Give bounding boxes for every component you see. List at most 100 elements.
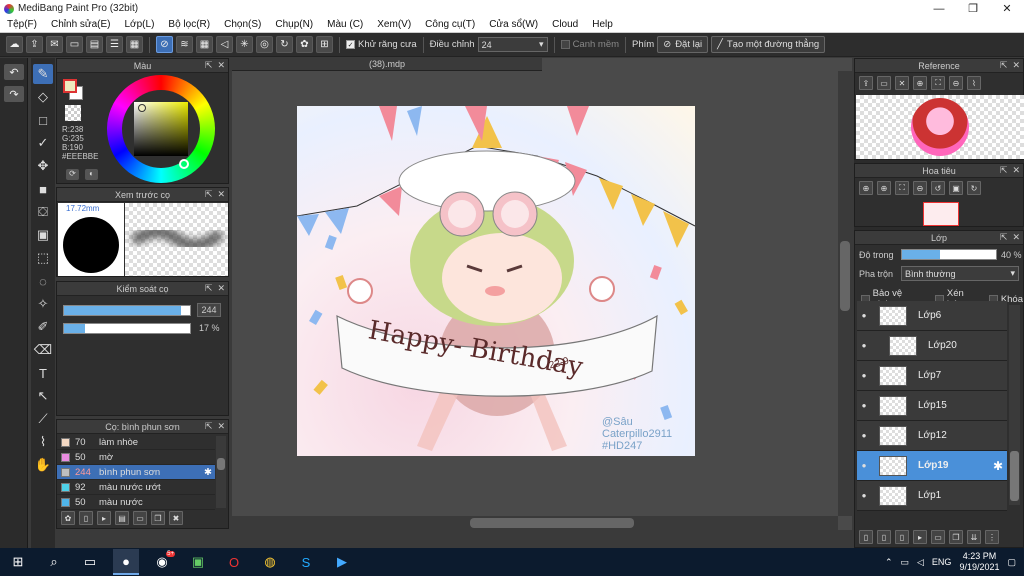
rect-tool-icon[interactable]: □ [33, 110, 53, 130]
undock-icon[interactable]: ⇱ [1000, 232, 1008, 243]
upload-icon[interactable]: ⇪ [859, 76, 873, 90]
close-icon[interactable]: ✕ [1012, 60, 1020, 71]
close-button[interactable]: ✕ [990, 0, 1024, 17]
volume-icon[interactable]: ◁ [917, 557, 924, 568]
close-icon[interactable]: ✕ [217, 189, 225, 200]
adjust-select[interactable]: 24 ▾ [477, 37, 548, 52]
menu-filter[interactable]: Bộ lọc(R) [161, 19, 217, 30]
folder-icon[interactable]: ▭ [133, 511, 147, 525]
circle-snap-icon[interactable]: ◎ [256, 36, 273, 53]
dot-tool-icon[interactable]: ✓ [33, 133, 53, 153]
no-snap-icon[interactable]: ⊘ [156, 36, 173, 53]
messenger-taskbar-icon[interactable]: ◉ 5+ [149, 549, 175, 575]
menu-help[interactable]: Help [585, 19, 620, 30]
chrome-taskbar-icon[interactable]: ◍ [257, 549, 283, 575]
undock-icon[interactable]: ⇱ [205, 283, 213, 294]
canvas-area[interactable]: (38).mdp Happy- Birthday 22-9 @Sâu Cater… [232, 58, 852, 530]
delete-icon[interactable]: ✖ [169, 511, 183, 525]
reset-button[interactable]: ⊘ Đặt lại [657, 36, 709, 53]
move-tool-icon[interactable]: ✥ [33, 156, 53, 176]
visibility-icon[interactable]: ● [857, 371, 871, 380]
network-icon[interactable]: ▭ [900, 557, 909, 568]
menu-view[interactable]: Xem(V) [370, 19, 418, 30]
brush-item-airbrush[interactable]: 244 bình phun sơn ✱ [57, 465, 215, 480]
maximize-button[interactable]: ❐ [956, 0, 990, 17]
lasso-tool-icon[interactable]: ◌ [33, 271, 53, 291]
zoom-out-icon[interactable]: ⊖ [913, 181, 927, 195]
close-icon[interactable]: ✕ [217, 60, 225, 71]
symmetry-icon[interactable]: ⊞ [316, 36, 333, 53]
visibility-icon[interactable]: ● [857, 461, 871, 470]
duplicate-layer-icon[interactable]: ❐ [949, 530, 963, 544]
search-icon[interactable]: ⌕ [41, 549, 67, 575]
notifications-icon[interactable]: ▢ [1007, 557, 1016, 568]
color-history-icon[interactable]: ⟳ [66, 169, 79, 180]
clock[interactable]: 4:23 PM 9/19/2021 [959, 551, 999, 573]
fit-icon[interactable]: ⛶ [931, 76, 945, 90]
duplicate-icon[interactable]: ❐ [151, 511, 165, 525]
brush-size-slider[interactable] [63, 305, 191, 316]
zoom-taskbar-icon[interactable]: ▶ [329, 549, 355, 575]
cross-snap-icon[interactable]: ▦ [196, 36, 213, 53]
canvas-horizontal-scrollbar[interactable] [232, 516, 838, 530]
layer-row[interactable]: ● Lớp15 [857, 391, 1007, 421]
layer-folder-icon[interactable]: ▭ [931, 530, 945, 544]
menu-layer[interactable]: Lớp(L) [118, 19, 162, 30]
gradient-tool-icon[interactable]: ▣ [33, 225, 53, 245]
layer-row[interactable]: ● Lớp12 [857, 421, 1007, 451]
visibility-icon[interactable]: ● [857, 311, 871, 320]
brush-settings-icon[interactable]: ▤ [115, 511, 129, 525]
fit-icon[interactable]: ⛶ [895, 181, 909, 195]
layer-row[interactable]: ● Lớp6 [857, 301, 1007, 331]
menu-edit[interactable]: Chỉnh sửa(E) [44, 19, 118, 30]
layer-opacity-slider[interactable] [901, 249, 997, 260]
bucket-tool-icon[interactable]: ⛋ [33, 202, 53, 222]
close-icon[interactable]: ✕ [217, 283, 225, 294]
open-folder-icon[interactable]: ▭ [877, 76, 891, 90]
fill-rect-tool-icon[interactable]: ■ [33, 179, 53, 199]
menu-window[interactable]: Cửa sổ(W) [482, 19, 545, 30]
operation-tool-icon[interactable]: ↖ [33, 386, 53, 406]
zoom-in-icon[interactable]: ⊕ [913, 76, 927, 90]
add-menu-icon[interactable]: ▸ [97, 511, 111, 525]
rotate-right-icon[interactable]: ↻ [967, 181, 981, 195]
parallel-snap-icon[interactable]: ≋ [176, 36, 193, 53]
menu-tools[interactable]: Công cụ(T) [418, 19, 482, 30]
select-tool-icon[interactable]: ⬚ [33, 248, 53, 268]
layer-list-scrollbar[interactable] [1009, 305, 1020, 505]
artwork-canvas[interactable]: Happy- Birthday 22-9 @Sâu Caterpillo2911… [297, 106, 695, 456]
task-view-icon[interactable]: ▭ [77, 549, 103, 575]
menu-select[interactable]: Chọn(S) [217, 19, 268, 30]
select-pen-tool-icon[interactable]: ✐ [33, 317, 53, 337]
vanish-snap-icon[interactable]: ◁ [216, 36, 233, 53]
close-icon[interactable]: ✕ [1012, 232, 1020, 243]
layer-row[interactable]: ● Lớp20 [857, 331, 1007, 361]
antialias-checkbox[interactable]: ✓ Khử răng cưa [346, 39, 417, 50]
primary-color-swatch[interactable] [63, 79, 77, 93]
magic-wand-tool-icon[interactable]: ✧ [33, 294, 53, 314]
eraser-tool-icon[interactable]: ◇ [33, 87, 53, 107]
visibility-icon[interactable]: ● [857, 341, 871, 350]
opera-taskbar-icon[interactable]: O [221, 549, 247, 575]
select-eraser-tool-icon[interactable]: ⌫ [33, 340, 53, 360]
new-brush-icon[interactable]: ▯ [79, 511, 93, 525]
canvas-vertical-scrollbar[interactable] [838, 71, 852, 516]
zoom-in-icon[interactable]: ⊕ [859, 181, 873, 195]
menu-color[interactable]: Màu (C) [320, 19, 370, 30]
hue-handle[interactable] [179, 159, 189, 169]
close-icon[interactable]: ✕ [895, 76, 909, 90]
new-8bit-layer-icon[interactable]: ▯ [895, 530, 909, 544]
gear-icon[interactable]: ✱ [204, 467, 212, 478]
hue-ring[interactable] [107, 75, 215, 183]
zoom-out-icon[interactable]: ⊖ [949, 76, 963, 90]
monitor-icon[interactable]: ▭ [66, 36, 83, 53]
close-icon[interactable]: ✕ [217, 421, 225, 432]
new-layer-icon[interactable]: ▯ [859, 530, 873, 544]
layer-row[interactable]: ● Lớp7 [857, 361, 1007, 391]
menu-cloud[interactable]: Cloud [545, 19, 585, 30]
add-brush-icon[interactable]: ✿ [61, 511, 75, 525]
layer-menu-icon[interactable]: ⋮ [985, 530, 999, 544]
gear-icon[interactable]: ✱ [993, 459, 1003, 473]
skype-taskbar-icon[interactable]: S [293, 549, 319, 575]
transparent-color-swatch[interactable] [65, 105, 81, 121]
